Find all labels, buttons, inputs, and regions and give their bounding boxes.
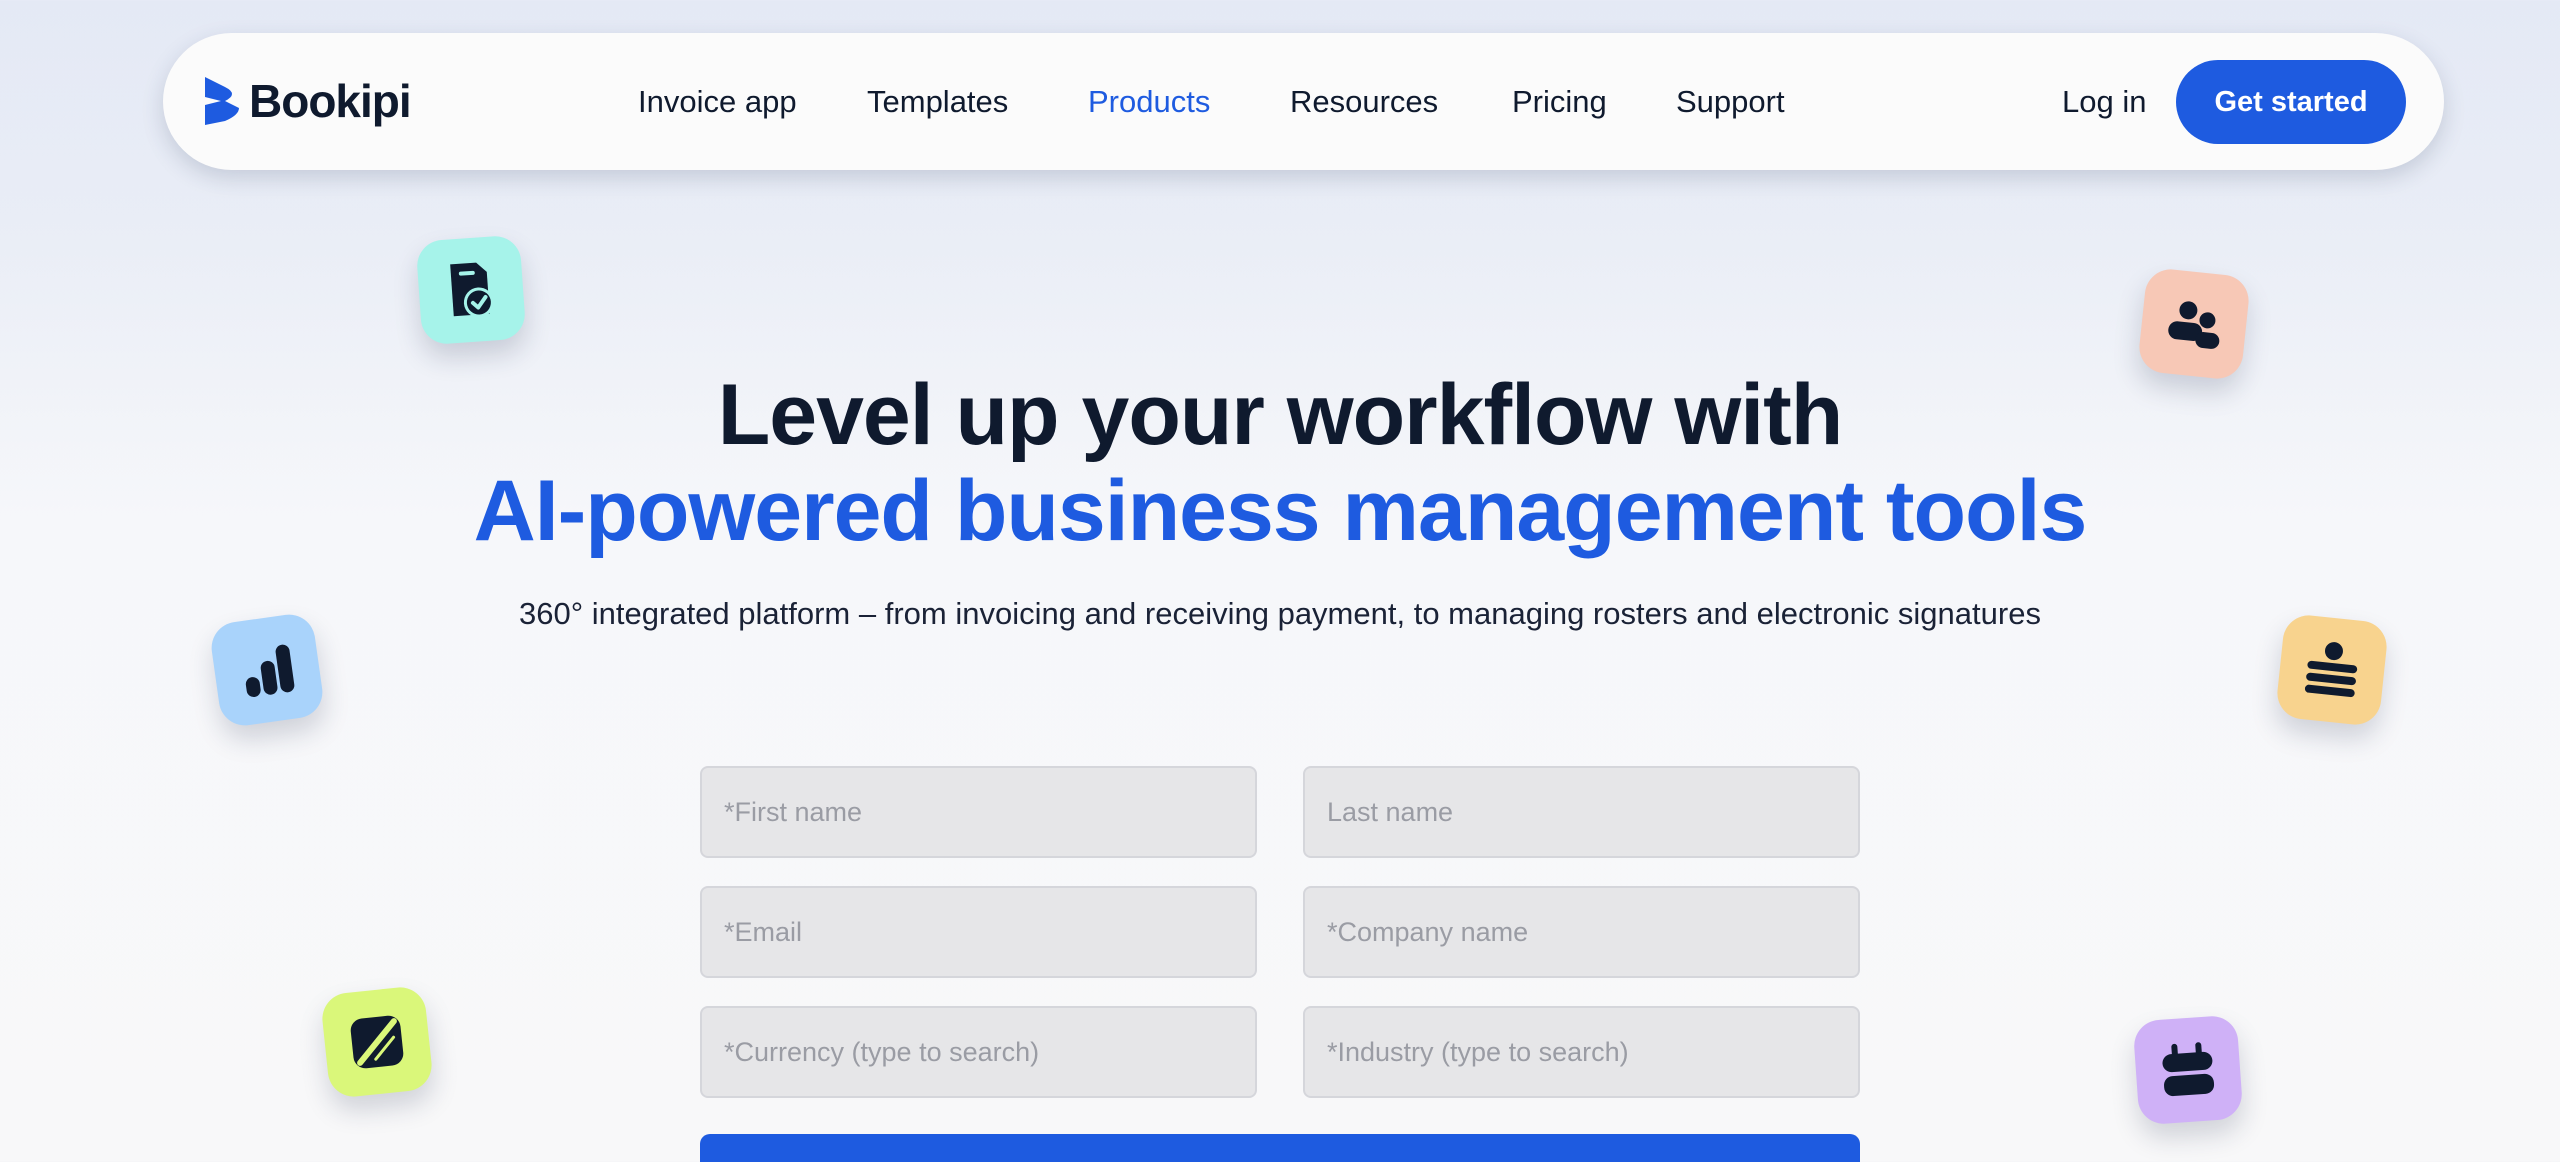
- nav-item-invoice-app[interactable]: Invoice app: [638, 33, 797, 170]
- money-stack-icon: [2274, 612, 2390, 728]
- company-name-field[interactable]: [1303, 886, 1860, 978]
- top-navbar: Bookipi Invoice app Templates Products R…: [163, 33, 2444, 170]
- signature-pen-icon: [319, 984, 435, 1100]
- get-started-button[interactable]: Get started: [2176, 60, 2406, 144]
- nav-item-support[interactable]: Support: [1676, 33, 1785, 170]
- first-name-field[interactable]: [700, 766, 1257, 858]
- nav-item-products[interactable]: Products: [1088, 33, 1210, 170]
- team-users-icon: [2136, 266, 2252, 382]
- logo-text: Bookipi: [249, 75, 412, 127]
- bookipi-logo[interactable]: Bookipi: [205, 75, 412, 127]
- bar-chart-icon: [208, 611, 326, 729]
- nav-item-resources[interactable]: Resources: [1290, 33, 1438, 170]
- hero-heading-line-2: AI-powered business management tools: [473, 463, 2088, 559]
- login-link[interactable]: Log in: [2062, 33, 2146, 170]
- hero-heading-line-1: Level up your workflow with: [717, 367, 1844, 463]
- document-check-icon: [415, 234, 527, 346]
- industry-field[interactable]: [1303, 1006, 1860, 1098]
- nav-item-pricing[interactable]: Pricing: [1512, 33, 1607, 170]
- submit-button[interactable]: [700, 1134, 1860, 1162]
- bookipi-logo-icon: [205, 77, 239, 125]
- currency-field[interactable]: [700, 1006, 1257, 1098]
- email-field[interactable]: [700, 886, 1257, 978]
- nav-item-templates[interactable]: Templates: [867, 33, 1008, 170]
- last-name-field[interactable]: [1303, 766, 1860, 858]
- hero-subtitle: 360° integrated platform – from invoicin…: [519, 596, 2041, 631]
- calendar-icon: [2132, 1014, 2244, 1126]
